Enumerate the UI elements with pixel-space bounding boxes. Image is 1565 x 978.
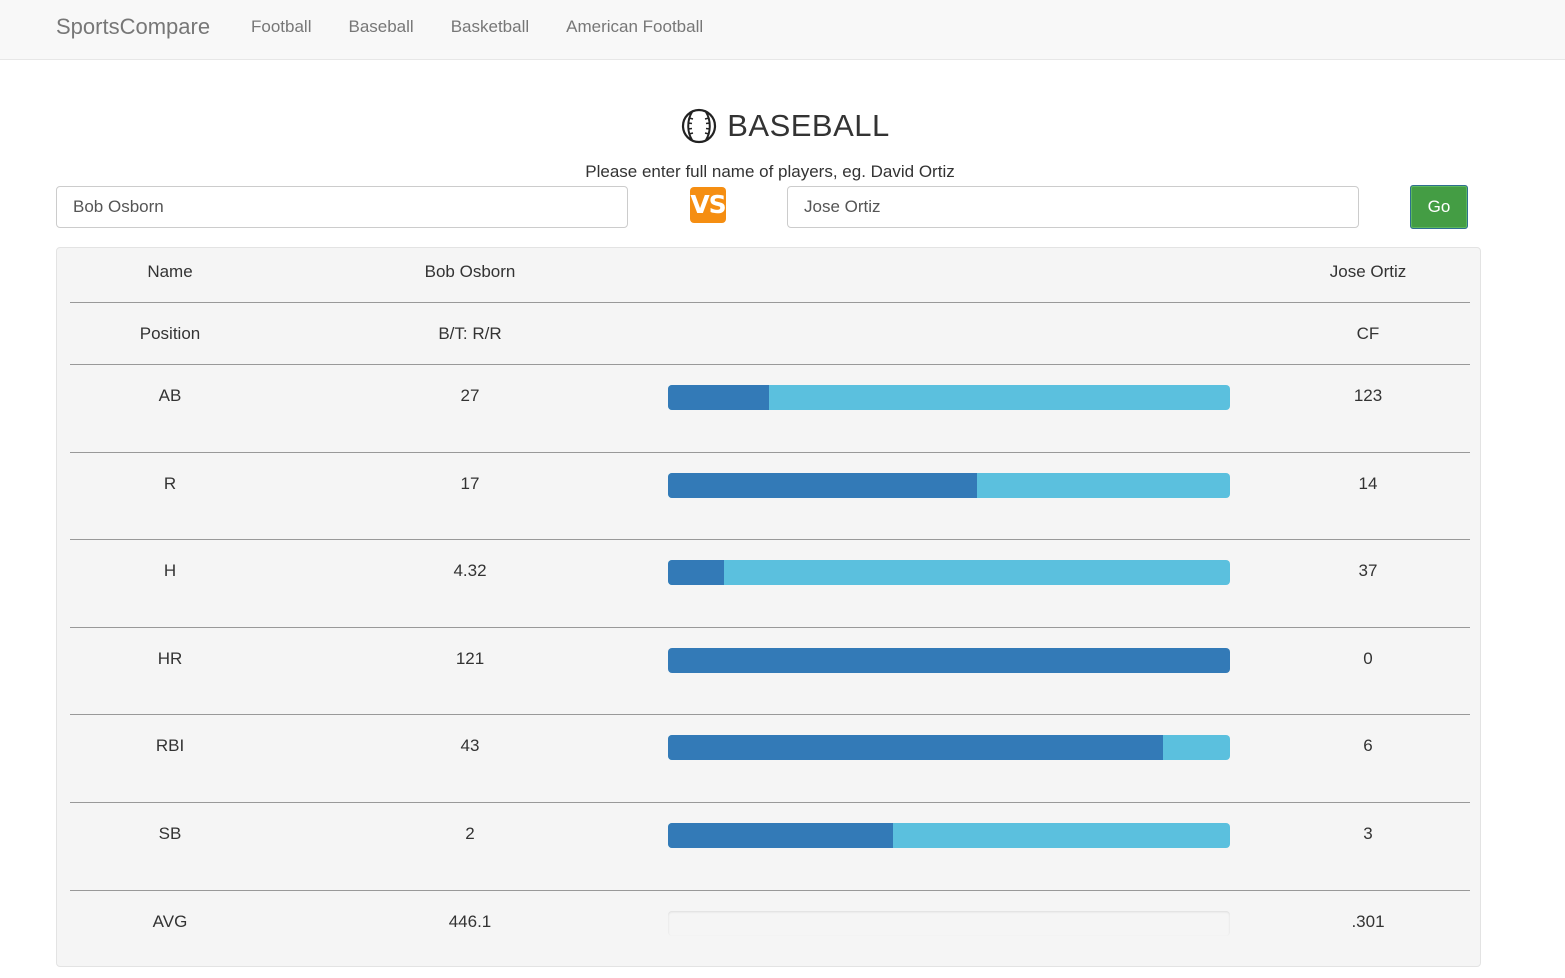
comparison-bar <box>668 385 1230 410</box>
stat-label: AVG <box>152 911 188 931</box>
player1-bar-fill <box>668 647 1230 673</box>
player1-bar-fill <box>668 560 725 586</box>
table-header-row: Name Bob Osborn Jose Ortiz <box>70 248 1470 303</box>
player2-input[interactable] <box>787 186 1359 228</box>
stat-label: HR <box>157 648 183 668</box>
comparison-bar <box>668 910 1230 936</box>
player1-stat-value: 4.32 <box>453 561 487 581</box>
comparison-bar <box>668 560 1230 586</box>
baseball-icon <box>682 108 717 144</box>
player1-name: Bob Osborn <box>424 262 516 281</box>
player2-stat-value: 37 <box>1358 561 1378 581</box>
input-hint: Please enter full name of players, eg. D… <box>585 162 955 181</box>
nav-links: Football Baseball Basketball American Fo… <box>251 16 740 38</box>
player2-name: Jose Ortiz <box>1329 262 1407 281</box>
nav-link-american-football[interactable]: American Football <box>566 16 703 38</box>
player2-position: CF <box>1356 324 1380 343</box>
table-row-h: H 4.32 37 <box>70 540 1470 628</box>
table-row-position: Position B/T: R/R CF <box>70 303 1470 365</box>
table-row-sb: SB 2 3 <box>70 803 1470 891</box>
stat-label: H <box>163 561 177 581</box>
go-button[interactable]: Go <box>1410 185 1468 229</box>
top-navbar: SportsCompare Football Baseball Basketba… <box>0 0 1565 60</box>
sport-title: BASEBALL <box>727 108 890 143</box>
player1-position: B/T: R/R <box>438 324 502 343</box>
player2-stat-value: 123 <box>1353 386 1383 405</box>
nav-link-baseball[interactable]: Baseball <box>348 16 413 38</box>
nav-link-football[interactable]: Football <box>251 16 311 38</box>
brand-logo[interactable]: SportsCompare <box>56 14 210 40</box>
table-row-r: R 17 14 <box>70 453 1470 541</box>
row-label: Position <box>139 324 201 343</box>
player2-stat-value: 3 <box>1363 824 1373 843</box>
player1-bar-fill <box>668 823 893 848</box>
player1-stat-value: 27 <box>460 386 480 405</box>
player2-stat-value: .301 <box>1351 911 1385 931</box>
player1-stat-value: 43 <box>460 736 480 756</box>
comparison-table: Name Bob Osborn Jose Ortiz Position B/T:… <box>56 247 1481 967</box>
row-label: Name <box>147 262 193 281</box>
player2-stat-value: 0 <box>1363 648 1373 668</box>
stat-label: SB <box>158 824 182 843</box>
comparison-bar <box>668 823 1230 848</box>
player1-stat-value: 17 <box>460 473 480 493</box>
player1-bar-fill <box>668 735 1163 761</box>
player1-stat-value: 2 <box>465 824 475 843</box>
player1-stat-value: 446.1 <box>448 911 492 931</box>
nav-link-basketball[interactable]: Basketball <box>451 16 529 38</box>
table-row-hr: HR 121 0 <box>70 628 1470 716</box>
stat-label: RBI <box>155 736 185 756</box>
table-row-avg: AVG 446.1 .301 <box>70 891 1470 978</box>
comparison-bar <box>668 735 1230 761</box>
table-row-ab: AB 27 123 <box>70 365 1470 453</box>
player1-bar-fill <box>668 385 770 410</box>
vs-badge: VS <box>690 187 727 223</box>
player1-stat-value: 121 <box>455 648 485 668</box>
comparison-bar <box>668 647 1230 673</box>
comparison-bar <box>668 472 1230 498</box>
player1-input[interactable] <box>56 186 628 228</box>
page-title: BASEBALL <box>0 108 1565 144</box>
table-row-rbi: RBI 43 6 <box>70 715 1470 803</box>
player2-stat-value: 6 <box>1363 736 1373 756</box>
player1-bar-fill <box>668 472 978 498</box>
player2-stat-value: 14 <box>1358 473 1378 493</box>
stat-label: R <box>163 473 177 493</box>
stat-label: AB <box>158 386 182 405</box>
